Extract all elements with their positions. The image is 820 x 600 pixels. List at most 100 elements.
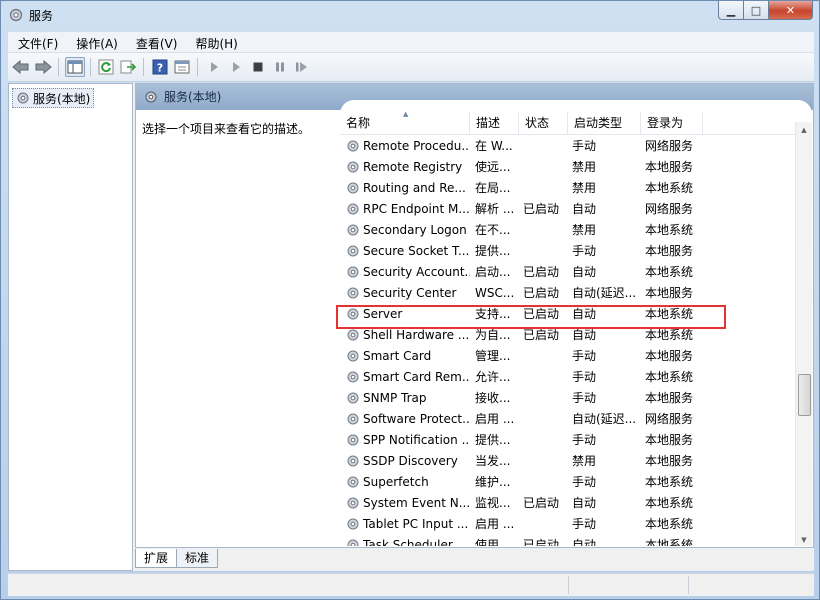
table-row[interactable]: Routing and Re... 在局... 禁用 本地系统 xyxy=(340,177,796,198)
show-hide-tree-button[interactable] xyxy=(65,57,85,77)
table-row[interactable]: System Event N... 监视... 已启动 自动 本地系统 xyxy=(340,492,796,513)
column-header-log-on-as[interactable]: 登录为 xyxy=(641,112,703,134)
menu-help[interactable]: 帮助(H) xyxy=(185,32,245,52)
table-row[interactable]: Remote Procedu... 在 W... 手动 网络服务 xyxy=(340,135,796,156)
menu-action[interactable]: 操作(A) xyxy=(66,32,126,52)
service-description-cell: 使用... xyxy=(475,538,511,546)
service-log-on-as-cell: 本地服务 xyxy=(645,244,694,258)
service-name: Secure Socket T... xyxy=(363,243,470,258)
help-button[interactable]: ? xyxy=(150,57,170,77)
table-row[interactable]: Superfetch 维护... 手动 本地系统 xyxy=(340,471,796,492)
minimize-button[interactable]: ▁ xyxy=(718,1,744,20)
service-log-on-as-cell: 网络服务 xyxy=(645,412,694,426)
console-tree-pane: 服务(本地) xyxy=(8,83,133,571)
services-gear-icon xyxy=(9,8,23,22)
menu-file[interactable]: 文件(F) xyxy=(8,32,66,52)
service-log-on-as-cell: 本地服务 xyxy=(645,286,694,300)
back-button[interactable] xyxy=(11,57,31,77)
scrollbar-thumb[interactable] xyxy=(798,374,811,416)
service-log-on-as-cell: 本地系统 xyxy=(645,181,694,195)
properties-button[interactable] xyxy=(172,57,192,77)
scroll-up-icon[interactable]: ▲ xyxy=(796,122,812,138)
table-row[interactable]: Shell Hardware ... 为自... 已启动 自动 本地系统 xyxy=(340,324,796,345)
status-bar xyxy=(8,573,814,596)
close-button[interactable]: ✕ xyxy=(769,1,813,20)
toolbar: ? xyxy=(8,53,814,82)
service-description-cell: 管理... xyxy=(475,349,511,363)
table-row[interactable]: SNMP Trap 接收... 手动 本地服务 xyxy=(340,387,796,408)
export-list-button[interactable] xyxy=(118,57,138,77)
service-log-on-as-cell: 本地系统 xyxy=(645,307,694,321)
service-name: Secondary Logon xyxy=(363,222,467,237)
service-description-cell: 启用 ... xyxy=(475,517,515,531)
service-name: SSDP Discovery xyxy=(363,453,458,468)
service-log-on-as-cell: 本地系统 xyxy=(645,223,694,237)
start-service-button[interactable] xyxy=(204,57,224,77)
refresh-button[interactable] xyxy=(96,57,116,77)
tab-standard[interactable]: 标准 xyxy=(176,549,219,568)
service-name-cell: Task Scheduler xyxy=(340,538,470,546)
table-row[interactable]: Secondary Logon 在不... 禁用 本地系统 xyxy=(340,219,796,240)
back-icon xyxy=(12,60,29,74)
table-row[interactable]: Security Center WSC... 已启动 自动(延迟... 本地服务 xyxy=(340,282,796,303)
service-name-cell: Software Protect... xyxy=(340,412,470,426)
pause-service-button[interactable] xyxy=(270,57,290,77)
menu-view[interactable]: 查看(V) xyxy=(126,32,186,52)
restart-service-button[interactable] xyxy=(292,57,312,77)
service-log-on-as-cell: 本地系统 xyxy=(645,475,694,489)
table-row[interactable]: SPP Notification ... 提供... 手动 本地服务 xyxy=(340,429,796,450)
table-row[interactable]: SSDP Discovery 当发... 禁用 本地服务 xyxy=(340,450,796,471)
table-row[interactable]: Secure Socket T... 提供... 手动 本地服务 xyxy=(340,240,796,261)
tree-item-label: 服务(本地) xyxy=(33,91,91,106)
table-row[interactable]: Smart Card 管理... 手动 本地服务 xyxy=(340,345,796,366)
vertical-scrollbar[interactable]: ▲ ▼ xyxy=(795,122,812,546)
service-name-cell: Security Center xyxy=(340,286,470,300)
show-hide-tree-icon xyxy=(67,60,83,74)
service-log-on-as-cell: 本地服务 xyxy=(645,433,694,447)
forward-button[interactable] xyxy=(33,57,53,77)
service-log-on-as-cell: 本地服务 xyxy=(645,349,694,363)
service-status-cell: 已启动 xyxy=(523,496,560,510)
table-row[interactable]: Task Scheduler 使用... 已启动 自动 本地系统 xyxy=(340,534,796,546)
table-row[interactable]: RPC Endpoint M... 解析 ... 已启动 自动 网络服务 xyxy=(340,198,796,219)
forward-icon xyxy=(35,60,52,74)
maximize-icon: □ xyxy=(750,3,762,17)
service-log-on-as-cell: 本地系统 xyxy=(645,265,694,279)
table-row[interactable]: Security Account... 启动... 已启动 自动 本地系统 xyxy=(340,261,796,282)
svg-text:?: ? xyxy=(157,62,163,75)
table-row[interactable]: Smart Card Rem... 允许... 手动 本地系统 xyxy=(340,366,796,387)
properties-icon xyxy=(174,60,190,74)
column-header-status[interactable]: 状态 xyxy=(519,112,568,134)
table-row[interactable]: Server 支持... 已启动 自动 本地系统 xyxy=(340,303,796,324)
stop-service-button[interactable] xyxy=(248,57,268,77)
toolbar-separator xyxy=(197,58,198,76)
tab-extended[interactable]: 扩展 xyxy=(135,549,178,568)
column-header-description[interactable]: 描述 xyxy=(470,112,519,134)
table-row[interactable]: Tablet PC Input ... 启用 ... 手动 本地系统 xyxy=(340,513,796,534)
services-gear-icon xyxy=(17,92,29,104)
service-name: SNMP Trap xyxy=(363,390,427,405)
maximize-button[interactable]: □ xyxy=(744,1,769,20)
service-startup-type-cell: 自动 xyxy=(572,496,597,510)
scroll-down-icon[interactable]: ▼ xyxy=(796,532,812,546)
service-gear-icon xyxy=(347,455,359,466)
service-gear-icon xyxy=(347,140,359,151)
column-header-name[interactable]: ▲ 名称 xyxy=(340,112,470,134)
tree-item-services-local[interactable]: 服务(本地) xyxy=(12,88,95,108)
sort-ascending-icon: ▲ xyxy=(403,112,409,118)
service-startup-type-cell: 自动 xyxy=(572,307,597,321)
service-name-cell: Server xyxy=(340,307,470,321)
title-bar[interactable]: 服务 ▁ □ ✕ xyxy=(1,1,819,29)
toolbar-separator xyxy=(58,58,59,76)
service-gear-icon xyxy=(347,266,359,277)
service-gear-icon xyxy=(347,224,359,235)
service-gear-icon xyxy=(347,497,359,508)
service-name-cell: SNMP Trap xyxy=(340,391,470,405)
service-log-on-as-cell: 本地系统 xyxy=(645,328,694,342)
start-service-alt-button[interactable] xyxy=(226,57,246,77)
column-header-startup-type[interactable]: 启动类型 xyxy=(568,112,641,134)
table-row[interactable]: Software Protect... 启用 ... 自动(延迟... 网络服务 xyxy=(340,408,796,429)
service-gear-icon xyxy=(347,392,359,403)
service-name-cell: Smart Card xyxy=(340,349,470,363)
table-row[interactable]: Remote Registry 使远... 禁用 本地服务 xyxy=(340,156,796,177)
